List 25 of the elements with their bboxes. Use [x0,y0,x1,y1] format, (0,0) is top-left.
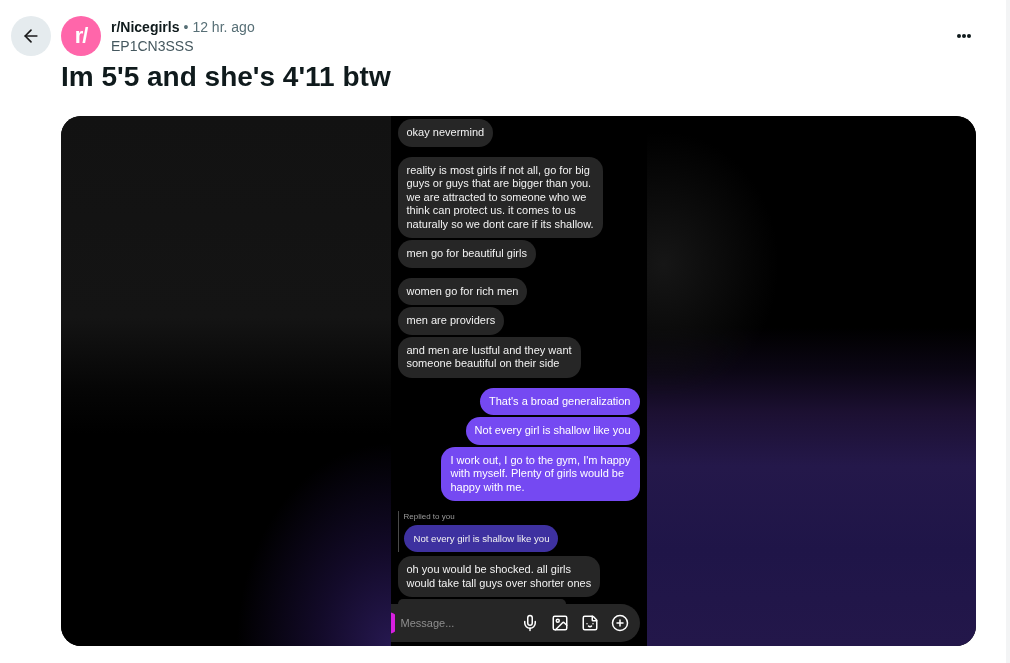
sticker-icon [580,614,599,632]
quoted-message-bubble: Not every girl is shallow like you [403,525,559,552]
image-icon [550,614,569,632]
message-bubble: That's a broad generalization [479,387,640,415]
message-field[interactable]: Message... [400,617,509,629]
post-time: 12 hr. ago [192,18,255,37]
more-button[interactable] [957,34,971,38]
post-title: Im 5'5 and she's 4'11 btw [61,60,391,94]
author-link[interactable]: EP1CN3SSS [111,37,194,56]
message-bubble: I work out, I go to the gym, I'm happy with myself. Plenty of girls would be happy with me. [441,446,640,501]
more-icon [957,34,971,38]
bullet-separator: • [183,18,189,37]
plus-circle-icon [610,614,629,632]
message-bubble: Not every girl is shallow like you [465,417,640,445]
message-bubble: men go for beautiful girls [397,240,536,268]
message-bubble: reality is most girls if not all, go for big guys or guys that are bigger than you. we are attracted to someone who we think can protect us. it comes to us naturally so we dont care if its shallow. [397,156,603,238]
subreddit-avatar: r/ [61,16,101,56]
message-bubble: oh you would be shocked. all girls would take tall guys over shorter ones [397,556,601,597]
message-bubble: okay nevermind [397,119,494,147]
back-button[interactable] [11,16,51,56]
message-bubble: and men are lustful and they want someone beautiful on their side [397,336,581,378]
subreddit-link[interactable]: r/Nicegirls [111,18,180,37]
reply-label: Replied to you [403,511,455,522]
message-bubble: women go for rich men [397,277,528,305]
message-bubble: men are providers [397,307,505,335]
